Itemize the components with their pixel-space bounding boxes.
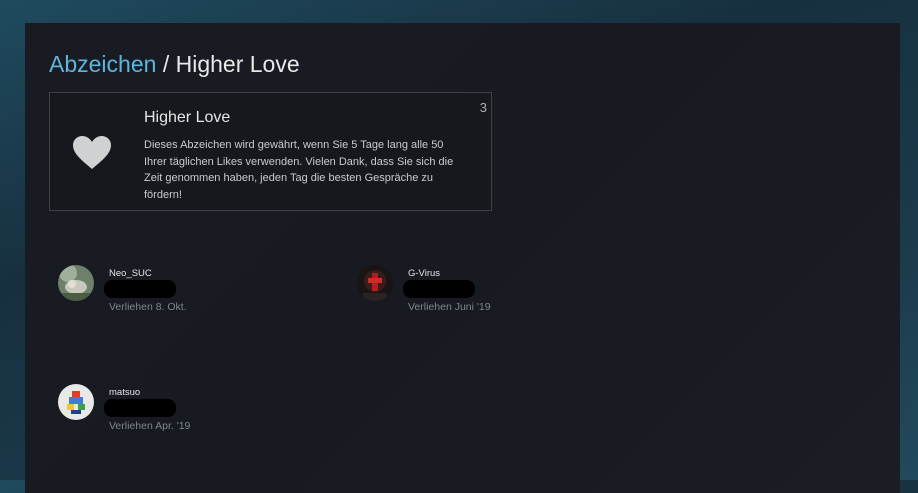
page-title: Higher Love bbox=[175, 51, 300, 77]
user-grant-item: G-Virus Verliehen Juni '19 bbox=[357, 265, 557, 325]
badge-title: Higher Love bbox=[144, 109, 231, 126]
redacted-title bbox=[104, 280, 176, 298]
granted-date[interactable]: Verliehen Apr. '19 bbox=[109, 420, 190, 432]
badge-description: Dieses Abzeichen wird gewährt, wenn Sie … bbox=[144, 139, 454, 201]
avatar[interactable] bbox=[357, 265, 393, 301]
main-panel: Abzeichen / Higher Love Higher Love Dies… bbox=[25, 23, 900, 493]
redacted-title bbox=[403, 280, 475, 298]
username[interactable]: matsuo bbox=[109, 387, 140, 398]
breadcrumb: Abzeichen / Higher Love bbox=[49, 51, 300, 78]
username[interactable]: G-Virus bbox=[408, 268, 440, 279]
username[interactable]: Neo_SUC bbox=[109, 268, 152, 279]
user-grant-item: Neo_SUC Verliehen 8. Okt. bbox=[58, 265, 258, 325]
user-grant-item: matsuo Verliehen Apr. '19 bbox=[58, 384, 258, 444]
badge-card: Higher Love Dieses Abzeichen wird gewähr… bbox=[49, 92, 492, 211]
redacted-title bbox=[104, 399, 176, 417]
breadcrumb-badges-link[interactable]: Abzeichen bbox=[49, 51, 156, 77]
badge-grant-count: 3 bbox=[479, 100, 487, 115]
granted-date[interactable]: Verliehen Juni '19 bbox=[408, 301, 491, 313]
granted-date[interactable]: Verliehen 8. Okt. bbox=[109, 301, 187, 313]
heart-icon bbox=[73, 136, 111, 169]
breadcrumb-separator: / bbox=[162, 51, 170, 77]
avatar[interactable] bbox=[58, 384, 94, 420]
avatar[interactable] bbox=[58, 265, 94, 301]
